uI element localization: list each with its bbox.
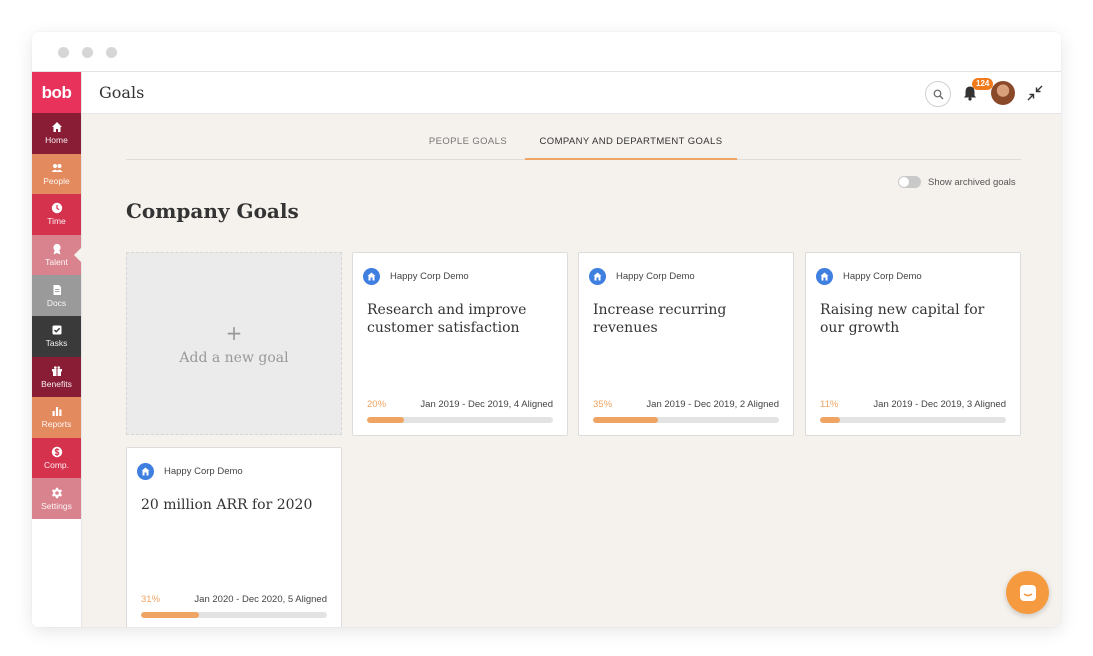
goal-card[interactable]: Happy Corp Demo 20 million ARR for 2020 … (126, 447, 342, 627)
window-titlebar (32, 32, 1061, 72)
gift-icon (51, 366, 62, 376)
gear-icon (51, 487, 62, 498)
sidebar-item-docs[interactable]: Docs (32, 275, 81, 316)
sidebar-item-reports[interactable]: Reports (32, 397, 81, 438)
sidebar-item-label: Reports (41, 419, 72, 430)
goal-percent: 11% (820, 399, 839, 410)
goal-percent: 20% (367, 399, 387, 410)
collapse-icon[interactable] (1026, 84, 1044, 102)
goal-progress-fill (820, 417, 841, 423)
goal-title: Increase recurring revenues (593, 302, 727, 336)
window-maximize-dot[interactable] (106, 47, 117, 58)
goal-progress-fill (367, 417, 405, 423)
goal-meta: 35% Jan 2019 - Dec 2019, 2 Aligned (593, 399, 779, 410)
goal-meta: 11% Jan 2019 - Dec 2019, 3 Aligned (820, 399, 1006, 410)
browser-window: bob Home People Time Talent Docs Tasks B… (32, 32, 1061, 627)
sidebar-item-label: Talent (45, 257, 68, 268)
goal-org-name: Happy Corp Demo (616, 271, 695, 282)
sidebar-item-benefits[interactable]: Benefits (32, 356, 81, 398)
goal-owner: Happy Corp Demo (363, 268, 469, 285)
goals-tabs: PEOPLE GOALS COMPANY AND DEPARTMENT GOAL… (126, 128, 1021, 160)
goal-date-range: Jan 2019 - Dec 2019, 2 Aligned (646, 399, 779, 410)
sidebar-item-talent[interactable]: Talent (32, 234, 82, 276)
goal-date-range: Jan 2020 - Dec 2020, 5 Aligned (194, 594, 327, 605)
company-icon (363, 268, 380, 285)
tab-people-goals[interactable]: PEOPLE GOALS (413, 128, 523, 160)
bar-chart-icon (52, 407, 61, 417)
goal-owner: Happy Corp Demo (137, 463, 243, 480)
tab-company-department-goals[interactable]: COMPANY AND DEPARTMENT GOALS (525, 128, 737, 160)
sidebar-item-label: Tasks (45, 338, 68, 349)
sidebar-item-label: Settings (41, 500, 72, 511)
chat-button[interactable] (1006, 571, 1049, 614)
goal-percent: 31% (141, 594, 161, 605)
goal-progress-bar (141, 612, 327, 618)
sidebar-item-label: Benefits (41, 378, 72, 389)
plus-icon: + (225, 320, 243, 345)
goal-progress-bar (820, 417, 1006, 423)
home-icon (51, 122, 62, 133)
goal-card[interactable]: Happy Corp Demo Increase recurring reven… (578, 252, 794, 436)
sidebar-item-time[interactable]: Time (32, 194, 81, 235)
window-close-dot[interactable] (58, 47, 69, 58)
main-content: Goals 124 PEOPLE GOALS COMPANY AND DEPAR… (82, 72, 1061, 627)
goal-owner: Happy Corp Demo (589, 268, 695, 285)
sidebar-item-label: Comp. (43, 460, 70, 471)
dollar-icon (51, 446, 62, 458)
section-title: Company Goals (126, 199, 299, 223)
sidebar: bob Home People Time Talent Docs Tasks B… (32, 72, 82, 627)
goal-meta: 20% Jan 2019 - Dec 2019, 4 Aligned (367, 399, 553, 410)
sidebar-item-label: Time (47, 216, 66, 227)
toggle-label: Show archived goals (928, 176, 1016, 188)
chat-icon (1019, 584, 1036, 601)
goal-date-range: Jan 2019 - Dec 2019, 3 Aligned (873, 399, 1006, 410)
toggle-switch[interactable] (898, 176, 921, 188)
notification-badge: 124 (972, 78, 994, 90)
avatar[interactable] (991, 81, 1015, 105)
goal-date-range: Jan 2019 - Dec 2019, 4 Aligned (420, 399, 553, 410)
goal-progress-fill (141, 612, 199, 618)
page-title: Goals (99, 83, 145, 102)
search-button[interactable] (925, 81, 951, 107)
window-minimize-dot[interactable] (82, 47, 93, 58)
bob-logo[interactable]: bob (32, 72, 81, 113)
sidebar-item-comp[interactable]: Comp. (32, 437, 81, 479)
show-archived-toggle[interactable]: Show archived goals (898, 176, 1016, 188)
sidebar-item-label: Docs (46, 297, 67, 308)
goal-meta: 31% Jan 2020 - Dec 2020, 5 Aligned (141, 594, 327, 605)
goal-title: 20 million ARR for 2020 (141, 497, 313, 513)
people-icon (51, 163, 62, 172)
sidebar-item-settings[interactable]: Settings (32, 478, 81, 519)
goal-org-name: Happy Corp Demo (164, 466, 243, 477)
goal-org-name: Happy Corp Demo (843, 271, 922, 282)
goal-title: Raising new capital for our growth (820, 302, 985, 336)
goal-org-name: Happy Corp Demo (390, 271, 469, 282)
goal-owner: Happy Corp Demo (816, 268, 922, 285)
goal-percent: 35% (593, 399, 613, 410)
checkbox-icon (52, 325, 61, 335)
goal-progress-bar (593, 417, 779, 423)
goal-progress-fill (593, 417, 659, 423)
award-icon (52, 243, 61, 255)
company-icon (589, 268, 606, 285)
sidebar-item-label: Home (45, 135, 68, 146)
add-goal-label: Add a new goal (179, 349, 289, 366)
company-icon (816, 268, 833, 285)
sidebar-item-home[interactable]: Home (32, 113, 81, 154)
search-icon (933, 89, 943, 99)
sidebar-item-label: People (43, 175, 70, 186)
goal-card[interactable]: Happy Corp Demo Research and improve cus… (352, 252, 568, 436)
goal-card[interactable]: Happy Corp Demo Raising new capital for … (805, 252, 1021, 436)
goal-title: Research and improve customer satisfacti… (367, 302, 527, 336)
company-icon (137, 463, 154, 480)
sidebar-item-tasks[interactable]: Tasks (32, 315, 81, 357)
goal-progress-bar (367, 417, 553, 423)
clock-icon (51, 203, 62, 214)
top-bar: Goals 124 (82, 72, 1061, 114)
document-icon (53, 284, 61, 295)
add-goal-card[interactable]: + Add a new goal (126, 252, 342, 435)
sidebar-item-people[interactable]: People (32, 153, 81, 195)
